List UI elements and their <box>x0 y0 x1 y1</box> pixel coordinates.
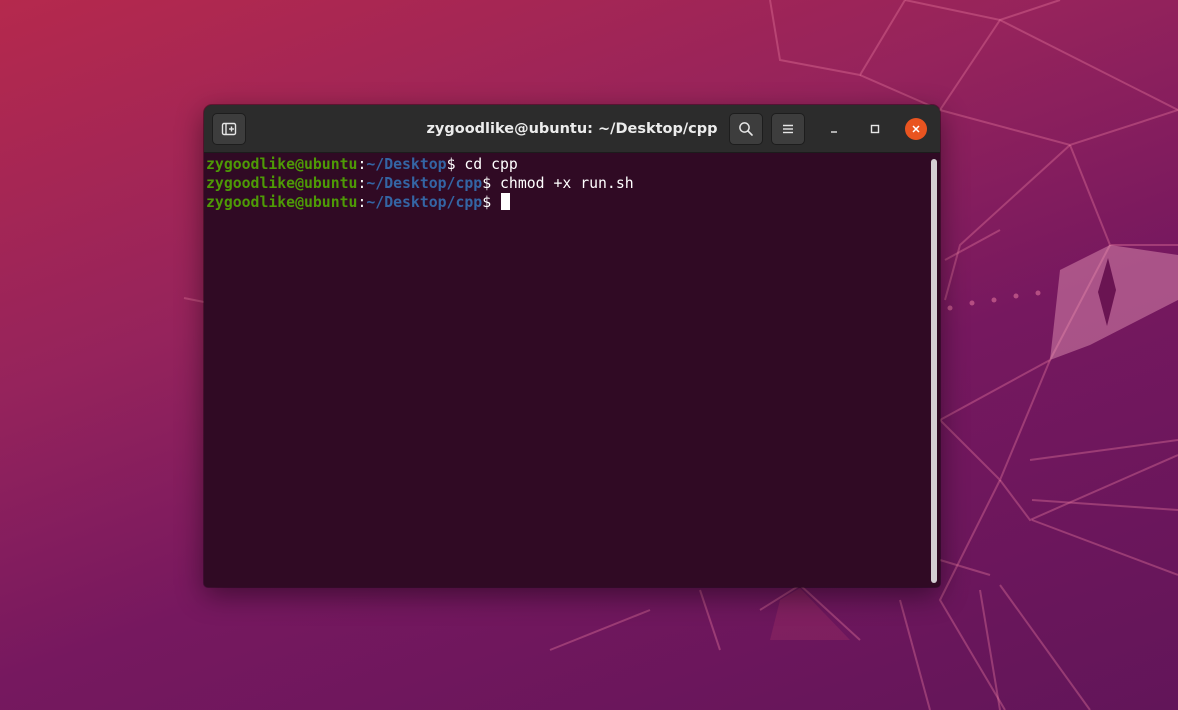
new-tab-icon <box>221 122 237 136</box>
prompt-path: ~/Desktop <box>366 156 447 173</box>
menu-button[interactable] <box>771 113 805 145</box>
prompt-path: ~/Desktop/cpp <box>366 194 483 211</box>
window-title: zygoodlike@ubuntu: ~/Desktop/cpp <box>426 121 718 137</box>
prompt-user: zygoodlike@ubuntu <box>206 174 358 192</box>
terminal-window: zygoodlike@ubuntu: ~/Desktop/cpp zygoodl… <box>204 105 940 587</box>
prompt-symbol: $ <box>482 194 501 211</box>
close-icon <box>912 125 920 133</box>
scrollbar[interactable] <box>931 159 937 583</box>
terminal-line: zygoodlike@ubuntu:~/Desktop$ cd cpp <box>206 156 940 175</box>
prompt-user: zygoodlike@ubuntu <box>206 194 358 211</box>
prompt-symbol: $ <box>446 156 465 173</box>
command-text: chmod +x run.sh <box>500 174 634 192</box>
text-cursor <box>501 193 511 210</box>
close-button[interactable] <box>905 118 927 140</box>
new-tab-button[interactable] <box>212 113 246 145</box>
search-icon <box>739 122 753 136</box>
minimize-icon <box>831 131 837 133</box>
command-text: cd cpp <box>464 156 518 173</box>
maximize-icon <box>870 124 880 134</box>
title-bar[interactable]: zygoodlike@ubuntu: ~/Desktop/cpp <box>204 105 940 153</box>
search-button[interactable] <box>729 113 763 145</box>
terminal-line: zygoodlike@ubuntu:~/Desktop/cpp$ chmod +… <box>206 175 940 194</box>
maximize-button[interactable] <box>864 118 886 140</box>
hamburger-menu-icon <box>783 124 793 134</box>
terminal-line: zygoodlike@ubuntu:~/Desktop/cpp$ <box>206 193 940 212</box>
prompt-path: ~/Desktop/cpp <box>366 174 483 192</box>
prompt-symbol: $ <box>482 174 501 192</box>
terminal-output[interactable]: zygoodlike@ubuntu:~/Desktop$ cd cpp zygo… <box>204 153 940 587</box>
minimize-button[interactable] <box>823 118 845 140</box>
prompt-user: zygoodlike@ubuntu <box>206 156 358 173</box>
